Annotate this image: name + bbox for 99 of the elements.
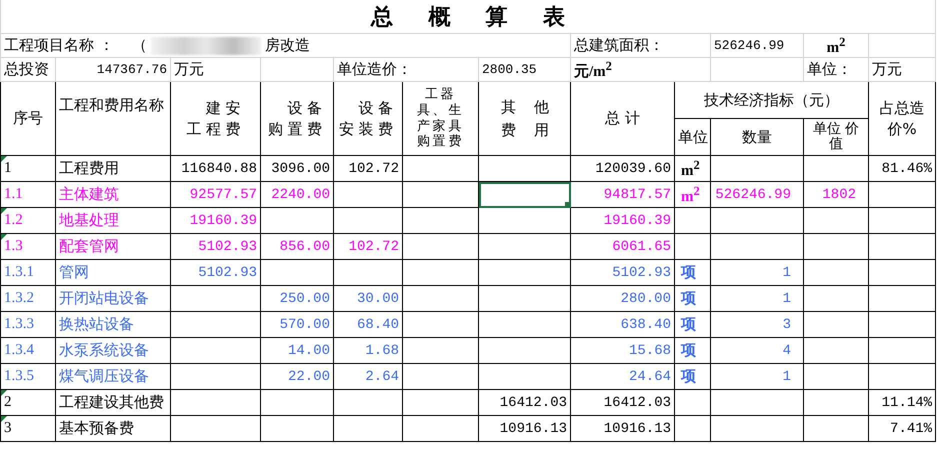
table-cell: 地基处理	[56, 208, 170, 234]
table-cell: 10916.13	[478, 416, 570, 442]
table-cell: 配套管网	[56, 234, 170, 260]
table-cell: 11.14%	[868, 390, 936, 416]
column-header: 工器具、生产家具购置费	[402, 82, 478, 156]
table-cell: 项	[674, 338, 710, 364]
table-cell: 2240.00	[260, 182, 334, 208]
table-cell: 项	[674, 260, 710, 286]
table-cell: 3	[710, 312, 804, 338]
table-cell: 1.68	[334, 338, 402, 364]
table-cell: 638.40	[570, 312, 674, 338]
table-cell: 94817.57	[570, 182, 674, 208]
table-cell: 开闭站电设备	[56, 286, 170, 312]
table-cell: 5102.93	[170, 234, 260, 260]
table-cell: 1.3.2	[0, 286, 56, 312]
table-cell: 4	[710, 338, 804, 364]
table-cell: 1	[710, 260, 804, 286]
table-cell: m$^{2}$	[804, 34, 868, 58]
table-cell: 总投资	[0, 58, 56, 82]
table-cell: 单位造价：	[334, 58, 478, 82]
table-cell: 工程建设其他费	[56, 390, 170, 416]
column-header: 工程和费用名称	[56, 82, 170, 156]
table-cell: 1.3.3	[0, 312, 56, 338]
table-cell: m$^{2}$	[674, 182, 710, 208]
column-header: 占总造价%	[868, 82, 936, 156]
table-cell: 单位：	[804, 58, 868, 82]
table-cell: 万元	[868, 58, 936, 82]
table-cell: 19160.39	[570, 208, 674, 234]
column-header: 设备安装费	[334, 82, 402, 156]
table-cell: 19160.39	[170, 208, 260, 234]
column-header: 序号	[0, 82, 56, 156]
table-cell: 管网	[56, 260, 170, 286]
table-cell: 1.3.5	[0, 364, 56, 390]
column-header: 技术经济指标（元）	[674, 82, 868, 118]
column-header: 总 计	[570, 82, 674, 156]
column-header: 单位 价值	[804, 118, 868, 156]
table-cell: 总建筑面积：	[570, 34, 710, 58]
table-cell: 102.72	[334, 234, 402, 260]
table-cell: 基本预备费	[56, 416, 170, 442]
table-cell: 工程费用	[56, 156, 170, 182]
project-label: 工程项目名称 ：	[4, 36, 114, 55]
table-cell: 120039.60	[570, 156, 674, 182]
table-cell: 10916.13	[570, 416, 674, 442]
table-cell: 项	[674, 286, 710, 312]
table-cell: 1802	[804, 182, 868, 208]
table-cell: 2800.35	[478, 58, 570, 82]
table-cell: 250.00	[260, 286, 334, 312]
table-cell: 6061.65	[570, 234, 674, 260]
sheet-title: 总概算表	[370, 4, 600, 30]
table-cell: 3	[0, 416, 56, 442]
table-cell: 换热站设备	[56, 312, 170, 338]
table-cell: 856.00	[260, 234, 334, 260]
table-cell: 1.1	[0, 182, 56, 208]
table-cell: 92577.57	[170, 182, 260, 208]
table-cell: 2	[0, 390, 56, 416]
table-cell: 万元	[170, 58, 260, 82]
table-cell: 16412.03	[478, 390, 570, 416]
table-cell: 1	[710, 364, 804, 390]
column-header: 单位	[674, 118, 710, 156]
table-cell: 水泵系统设备	[56, 338, 170, 364]
table-cell: 元/m$^{2}$	[570, 58, 710, 82]
table-cell: 5102.93	[570, 260, 674, 286]
column-header: 设备购置费	[260, 82, 334, 156]
table-cell: 项	[674, 364, 710, 390]
table-cell: 1.3.4	[0, 338, 56, 364]
column-header: 数量	[710, 118, 804, 156]
selected-cell[interactable]	[478, 182, 570, 208]
table-cell: 147367.76	[56, 58, 170, 82]
table-cell: 1.3.1	[0, 260, 56, 286]
table-cell: 15.68	[570, 338, 674, 364]
table-cell: 526246.99	[710, 182, 804, 208]
table-cell: 5102.93	[170, 260, 260, 286]
table-cell: 22.00	[260, 364, 334, 390]
table-cell: 3096.00	[260, 156, 334, 182]
table-cell: 1	[0, 156, 56, 182]
table-cell: 24.64	[570, 364, 674, 390]
table-cell: 116840.88	[170, 156, 260, 182]
table-cell: 7.41%	[868, 416, 936, 442]
table-cell: 1.2	[0, 208, 56, 234]
column-header: 建安工程费	[170, 82, 260, 156]
project-name-end: 房改造	[264, 36, 310, 55]
table-cell: 30.00	[334, 286, 402, 312]
table-cell: 1	[710, 286, 804, 312]
table-cell: 526246.99	[710, 34, 804, 58]
table-cell: 102.72	[334, 156, 402, 182]
project-name-start: （	[132, 36, 147, 55]
table-cell: 14.00	[260, 338, 334, 364]
table-cell: m$^{2}$	[674, 156, 710, 182]
table-cell: 280.00	[570, 286, 674, 312]
table-cell: 项	[674, 312, 710, 338]
table-cell: 2.64	[334, 364, 402, 390]
table-cell: 81.46%	[868, 156, 936, 182]
table-cell: 16412.03	[570, 390, 674, 416]
table-cell: 68.40	[334, 312, 402, 338]
table-cell: 煤气调压设备	[56, 364, 170, 390]
table-cell: 主体建筑	[56, 182, 170, 208]
table-cell: 1.3	[0, 234, 56, 260]
column-header: 其他费用	[478, 82, 570, 156]
table-cell: 570.00	[260, 312, 334, 338]
